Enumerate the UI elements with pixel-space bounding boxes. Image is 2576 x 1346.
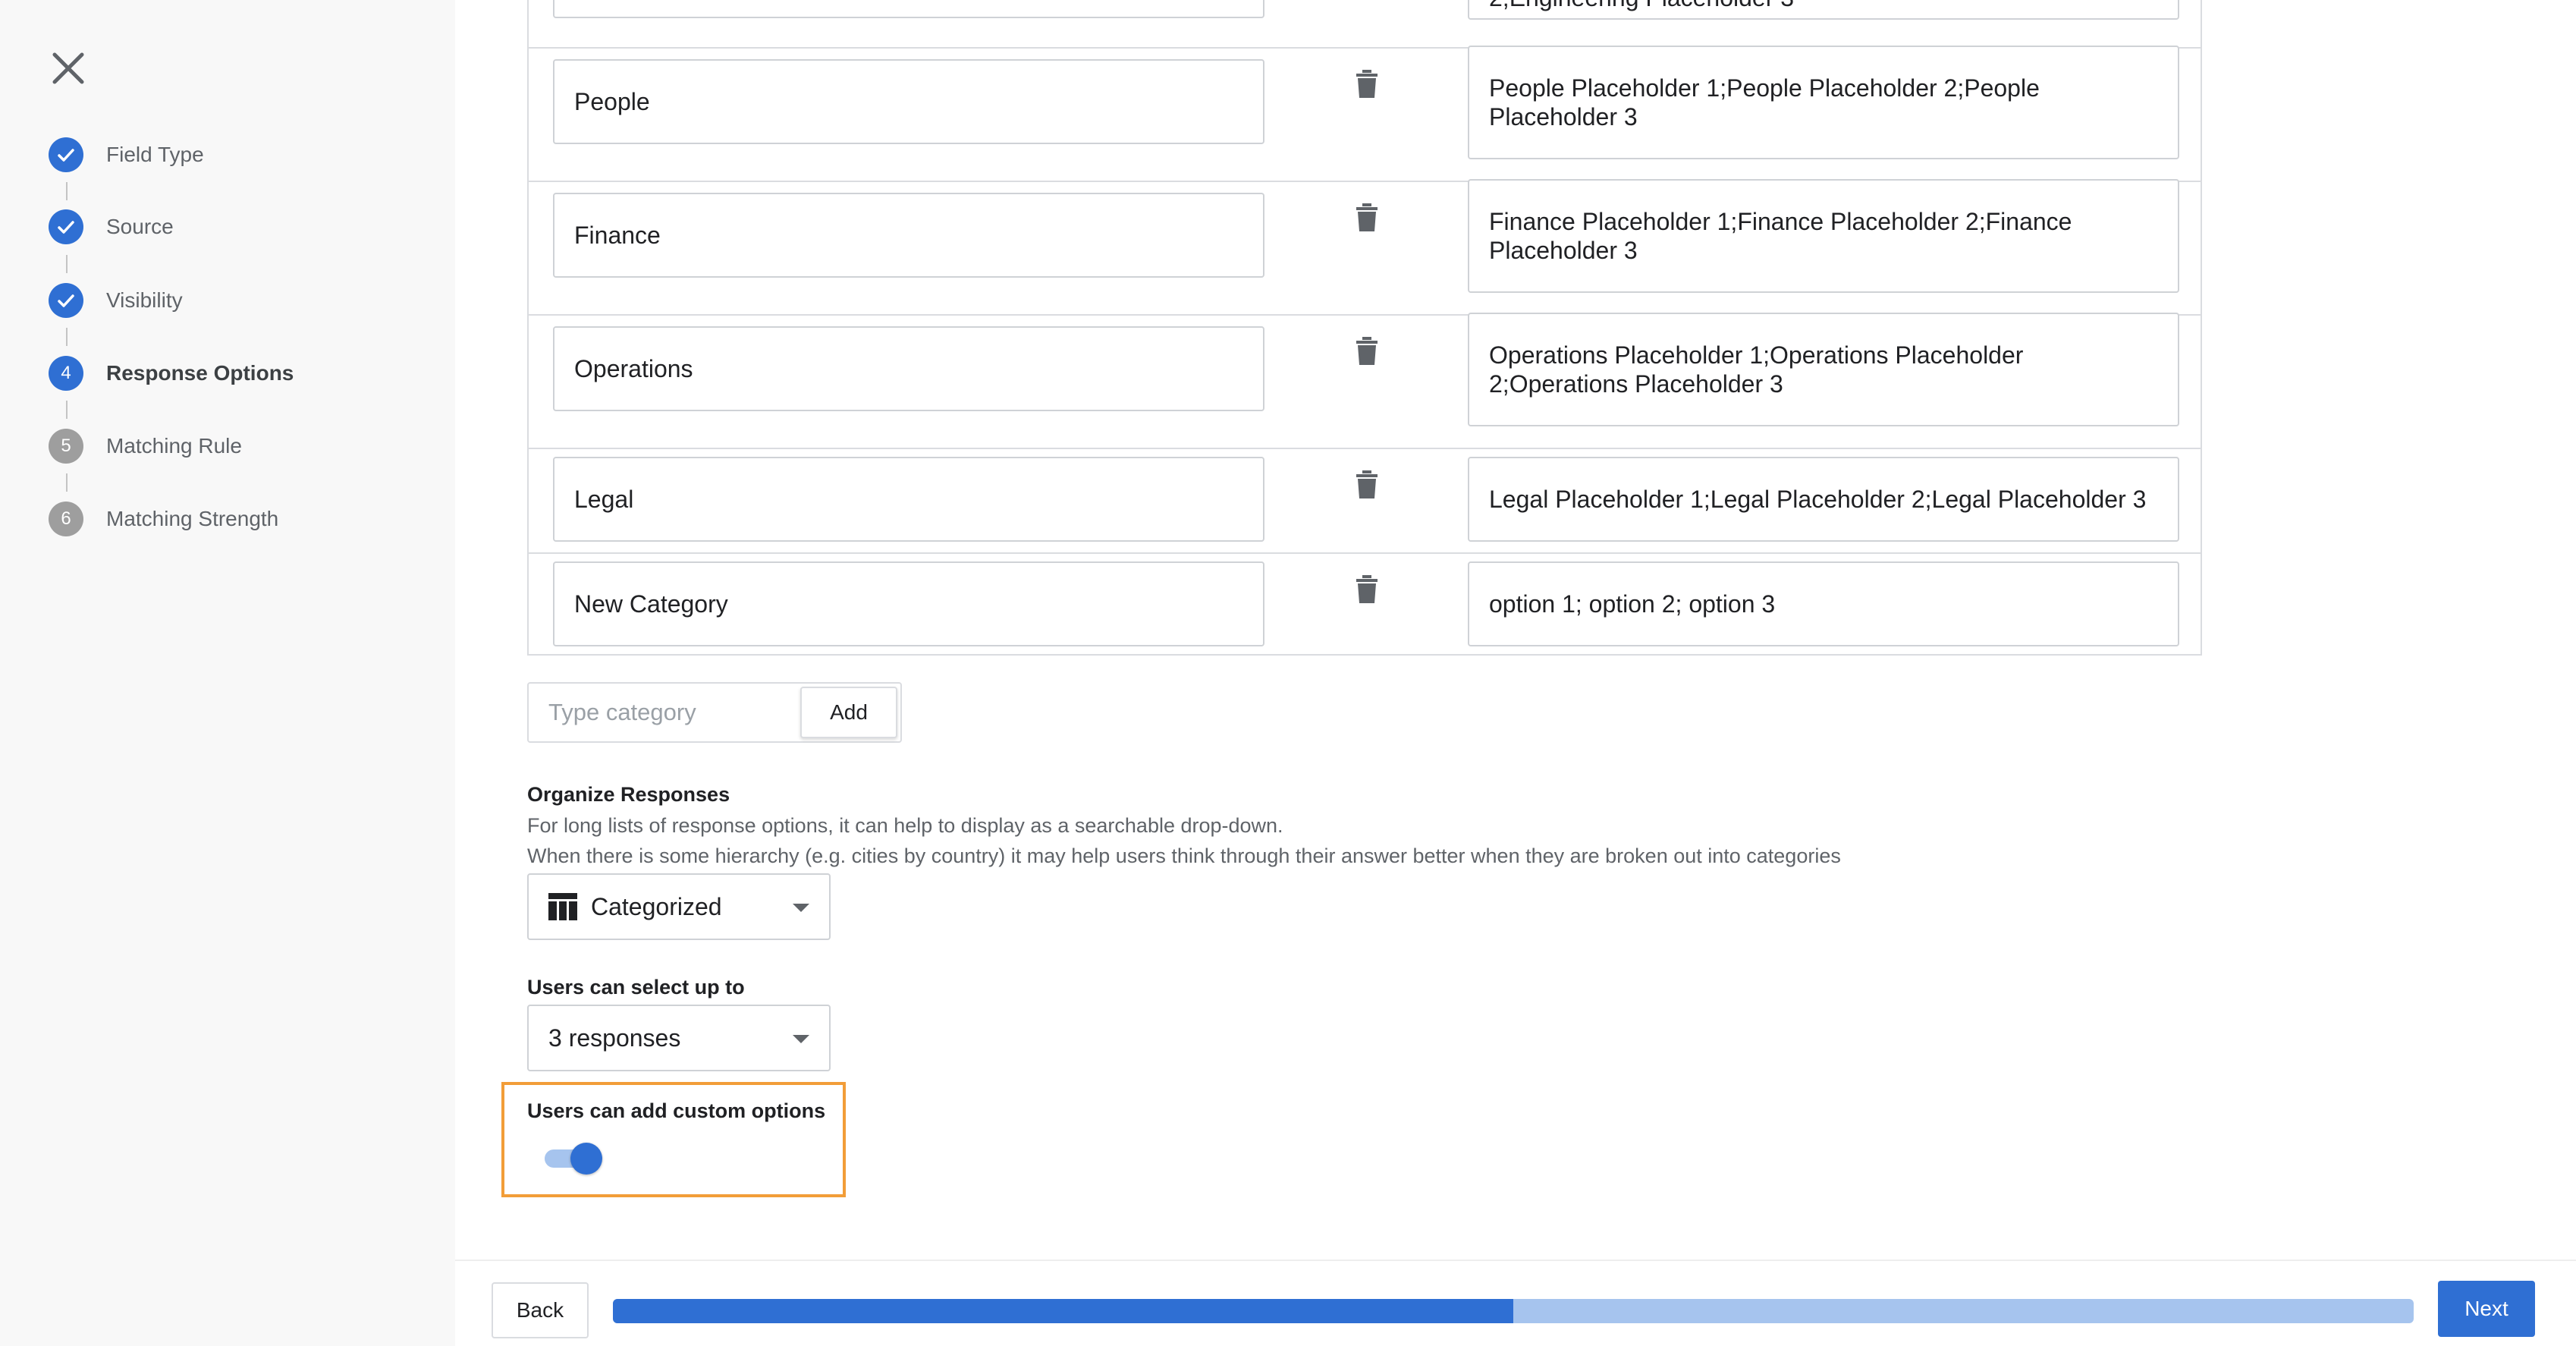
back-button[interactable]: Back xyxy=(492,1282,589,1338)
select-limit-dropdown[interactable]: 3 responses xyxy=(527,1005,831,1071)
step-visibility[interactable]: Visibility xyxy=(49,282,183,319)
check-icon xyxy=(49,283,83,318)
step-label: Matching Rule xyxy=(106,434,242,458)
category-input[interactable]: Type category xyxy=(529,684,797,741)
step-matching-rule[interactable]: 5 Matching Rule xyxy=(49,428,242,464)
step-label: Visibility xyxy=(106,288,183,312)
row-divider xyxy=(529,552,2201,554)
trash-icon[interactable] xyxy=(1354,335,1380,366)
category-options-input[interactable]: Legal Placeholder 1;Legal Placeholder 2;… xyxy=(1468,457,2179,542)
category-name-input[interactable] xyxy=(553,0,1264,18)
step-connector xyxy=(66,255,68,273)
custom-options-title: Users can add custom options xyxy=(527,1099,826,1122)
organize-title: Organize Responses xyxy=(527,783,730,806)
step-connector xyxy=(66,182,68,200)
step-connector xyxy=(66,328,68,346)
select-limit-selected: 3 responses xyxy=(548,1024,681,1052)
select-limit-title: Users can select up to xyxy=(527,976,745,998)
step-field-type[interactable]: Field Type xyxy=(49,137,204,173)
chevron-down-icon xyxy=(793,1035,809,1043)
close-icon[interactable] xyxy=(50,50,86,86)
category-name-input[interactable]: People xyxy=(553,59,1264,144)
trash-icon[interactable] xyxy=(1354,469,1380,499)
progress-fill xyxy=(613,1299,1513,1323)
sidebar: Field Type Source Visibility 4 Response … xyxy=(0,0,455,1346)
category-options-input[interactable]: People Placeholder 1;People Placeholder … xyxy=(1468,46,2179,159)
category-name-input[interactable]: New Category xyxy=(553,561,1264,646)
step-connector xyxy=(66,401,68,419)
category-name-input[interactable]: Finance xyxy=(553,193,1264,278)
step-source[interactable]: Source xyxy=(49,209,174,245)
trash-icon[interactable] xyxy=(1354,574,1380,604)
category-options-input[interactable]: Finance Placeholder 1;Finance Placeholde… xyxy=(1468,179,2179,293)
table-icon xyxy=(548,893,577,920)
step-number: 6 xyxy=(49,502,83,536)
step-label: Matching Strength xyxy=(106,507,279,530)
categories-table: 2;Engineering Placeholder 3 People Peopl… xyxy=(527,0,2202,656)
footer: Back Next xyxy=(455,1260,2576,1346)
add-button[interactable]: Add xyxy=(800,687,897,738)
chevron-down-icon xyxy=(793,904,809,912)
next-button[interactable]: Next xyxy=(2438,1281,2535,1337)
step-number: 4 xyxy=(49,356,83,391)
step-connector xyxy=(66,473,68,492)
organize-selected: Categorized xyxy=(591,892,722,920)
step-matching-strength[interactable]: 6 Matching Strength xyxy=(49,501,278,537)
step-response-options[interactable]: 4 Response Options xyxy=(49,355,294,392)
check-icon xyxy=(49,209,83,244)
trash-icon[interactable] xyxy=(1354,68,1380,99)
row-divider xyxy=(529,448,2201,449)
toggle-knob xyxy=(570,1143,602,1175)
category-options-input[interactable]: 2;Engineering Placeholder 3 xyxy=(1468,0,2179,20)
organize-description: For long lists of response options, it c… xyxy=(527,814,1283,837)
category-options-input[interactable]: Operations Placeholder 1;Operations Plac… xyxy=(1468,313,2179,426)
category-name-input[interactable]: Operations xyxy=(553,326,1264,411)
organize-description: When there is some hierarchy (e.g. citie… xyxy=(527,844,1841,867)
step-number: 5 xyxy=(49,429,83,464)
step-label: Source xyxy=(106,215,174,238)
progress-bar xyxy=(613,1299,2414,1323)
check-icon xyxy=(49,137,83,172)
step-label: Field Type xyxy=(106,143,204,166)
organize-select[interactable]: Categorized xyxy=(527,873,831,940)
category-name-input[interactable]: Legal xyxy=(553,457,1264,542)
main-content: 2;Engineering Placeholder 3 People Peopl… xyxy=(455,0,2576,1260)
add-category-form: Type category Add xyxy=(527,682,902,743)
custom-options-toggle[interactable] xyxy=(545,1140,604,1176)
category-options-input[interactable]: option 1; option 2; option 3 xyxy=(1468,561,2179,646)
step-label: Response Options xyxy=(106,361,294,385)
trash-icon[interactable] xyxy=(1354,202,1380,232)
